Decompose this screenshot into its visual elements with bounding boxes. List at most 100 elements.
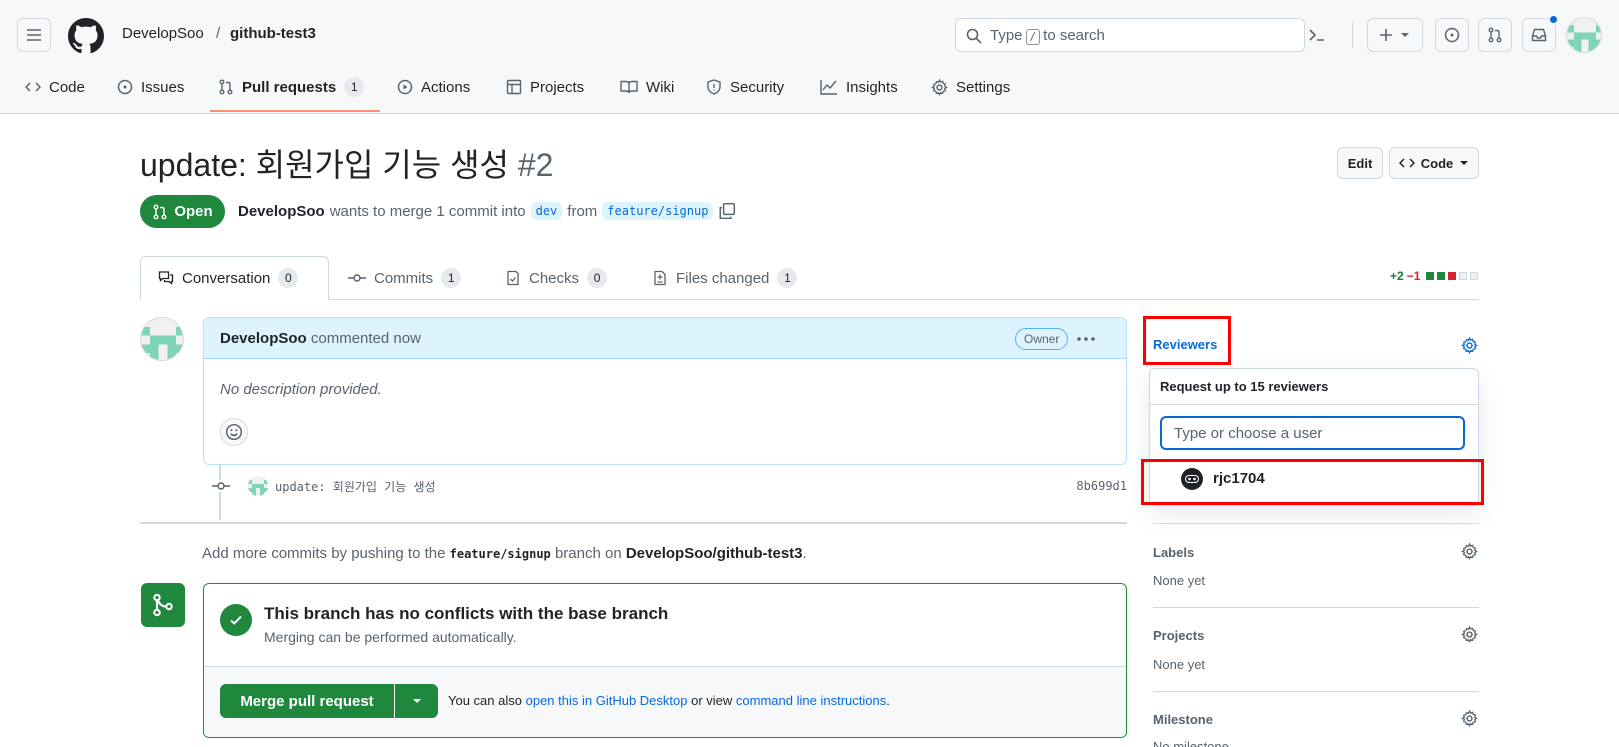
conversation-count: 0 xyxy=(278,268,299,288)
commit-sha[interactable]: 8b699d1 xyxy=(1076,479,1127,493)
hamburger-icon xyxy=(27,29,41,41)
projects-label[interactable]: Projects xyxy=(1153,628,1204,643)
merge-alt-middle: or view xyxy=(691,693,733,708)
caret-down-icon xyxy=(412,699,421,703)
checklist-icon xyxy=(507,270,519,286)
commit-message[interactable]: update: 회원가입 기능 생성 xyxy=(275,478,436,495)
tab-label: Pull requests xyxy=(242,78,337,96)
git-commit-icon xyxy=(212,480,230,492)
tab-security[interactable]: Security xyxy=(706,76,784,98)
tab-label: Code xyxy=(49,78,85,96)
github-logo-icon[interactable] xyxy=(68,18,104,54)
pull-requests-count: 1 xyxy=(344,77,365,97)
active-tab-indicator xyxy=(210,110,380,112)
push-hint-middle: branch on xyxy=(554,545,622,562)
comment-author[interactable]: DevelopSoo xyxy=(220,330,307,347)
merge-status-icon xyxy=(141,583,185,627)
merge-alternatives: You can also open this in GitHub Desktop… xyxy=(448,693,890,708)
tab-code[interactable]: Code xyxy=(25,76,85,98)
pr-author-link[interactable]: DevelopSoo xyxy=(238,203,325,220)
comment-options-button[interactable] xyxy=(1074,327,1098,351)
create-new-button[interactable] xyxy=(1367,18,1423,52)
tab-pull-requests[interactable]: Pull requests 1 xyxy=(218,76,365,98)
notification-dot xyxy=(1549,15,1558,24)
merge-status-title: This branch has no conflicts with the ba… xyxy=(264,604,669,623)
copy-icon[interactable] xyxy=(718,202,736,220)
labels-label[interactable]: Labels xyxy=(1153,545,1194,560)
git-pull-request-icon xyxy=(1488,27,1502,43)
diff-box xyxy=(1448,272,1457,280)
reviewer-search-input[interactable] xyxy=(1160,416,1465,450)
breadcrumb-owner[interactable]: DevelopSoo xyxy=(122,25,204,42)
diff-box xyxy=(1437,272,1446,280)
issue-open-icon xyxy=(117,79,133,95)
git-commit-icon xyxy=(348,274,366,282)
edit-title-button[interactable]: Edit xyxy=(1337,147,1383,179)
lines-added: +2 xyxy=(1390,269,1404,283)
tab-checks[interactable]: Checks 0 xyxy=(505,268,608,288)
push-hint-repo: DevelopSoo/github-test3 xyxy=(625,545,803,562)
file-diff-icon xyxy=(654,270,666,286)
git-merge-icon xyxy=(153,593,173,617)
inbox-icon xyxy=(1531,28,1547,42)
from-text: from xyxy=(567,202,598,220)
gear-icon[interactable] xyxy=(1461,337,1478,354)
breadcrumb-separator: / xyxy=(216,25,221,42)
tab-conversation[interactable]: Conversation 0 xyxy=(158,268,299,288)
owner-badge: Owner xyxy=(1015,328,1069,350)
user-avatar[interactable] xyxy=(1566,17,1602,53)
issues-button[interactable] xyxy=(1435,18,1469,52)
merge-text: wants to merge 1 commit into xyxy=(329,202,526,220)
breadcrumb-repo[interactable]: github-test3 xyxy=(230,25,316,42)
milestone-value: No milestone xyxy=(1153,739,1229,747)
comment-header: DevelopSoo commented now Owner xyxy=(204,318,1126,359)
tab-insights[interactable]: Insights xyxy=(820,76,898,98)
tab-label: Security xyxy=(730,78,785,96)
merge-pull-request-button[interactable]: Merge pull request xyxy=(220,684,394,718)
graph-icon xyxy=(820,80,837,95)
search-input[interactable]: Type / to search xyxy=(955,18,1305,52)
comment-time[interactable]: commented now xyxy=(311,330,421,347)
tab-wiki[interactable]: Wiki xyxy=(620,76,674,98)
head-branch[interactable]: feature/signup xyxy=(602,202,714,220)
gear-icon xyxy=(931,78,948,96)
merge-alt-suffix: . xyxy=(886,693,890,708)
add-reaction-button[interactable] xyxy=(220,418,248,446)
code-dropdown-button[interactable]: Code xyxy=(1389,147,1479,179)
command-palette-button[interactable] xyxy=(1300,18,1334,52)
diff-box xyxy=(1459,272,1468,280)
commit-author-avatar[interactable] xyxy=(248,476,268,496)
diff-box xyxy=(1426,272,1435,280)
merge-method-dropdown[interactable] xyxy=(395,684,438,718)
menu-button[interactable] xyxy=(17,18,51,52)
open-in-desktop-link[interactable]: open this in GitHub Desktop xyxy=(526,693,688,708)
tab-actions[interactable]: Actions xyxy=(397,76,470,98)
gear-icon[interactable] xyxy=(1461,543,1478,560)
timeline-divider xyxy=(140,522,1127,524)
milestone-label[interactable]: Milestone xyxy=(1153,712,1213,727)
command-line-instructions-link[interactable]: command line instructions xyxy=(736,693,886,708)
comment-discussion-icon xyxy=(158,271,174,285)
popover-divider xyxy=(1150,404,1478,405)
shield-icon xyxy=(707,79,721,95)
tab-settings[interactable]: Settings xyxy=(931,76,1010,98)
tab-commits[interactable]: Commits 1 xyxy=(348,268,462,288)
pull-requests-button[interactable] xyxy=(1478,18,1512,52)
tab-projects[interactable]: Projects xyxy=(506,76,584,98)
code-icon xyxy=(1398,158,1415,168)
gear-icon[interactable] xyxy=(1461,626,1478,643)
push-hint: Add more commits by pushing to the featu… xyxy=(202,545,807,562)
tab-files-changed[interactable]: Files changed 1 xyxy=(652,268,798,288)
sidebar-divider xyxy=(1153,523,1479,524)
search-placeholder: Type / to search xyxy=(990,27,1105,45)
tab-issues[interactable]: Issues xyxy=(117,76,184,98)
code-icon xyxy=(25,82,41,92)
labels-value: None yet xyxy=(1153,573,1206,588)
base-branch[interactable]: dev xyxy=(530,202,563,220)
diff-box xyxy=(1470,272,1479,280)
git-pull-request-icon xyxy=(153,204,167,219)
commit-row: update: 회원가입 기능 생성 8b699d1 xyxy=(212,476,1127,496)
gear-icon[interactable] xyxy=(1461,710,1478,727)
comment-author-avatar[interactable] xyxy=(140,317,184,361)
tab-label: Files changed xyxy=(676,269,770,287)
